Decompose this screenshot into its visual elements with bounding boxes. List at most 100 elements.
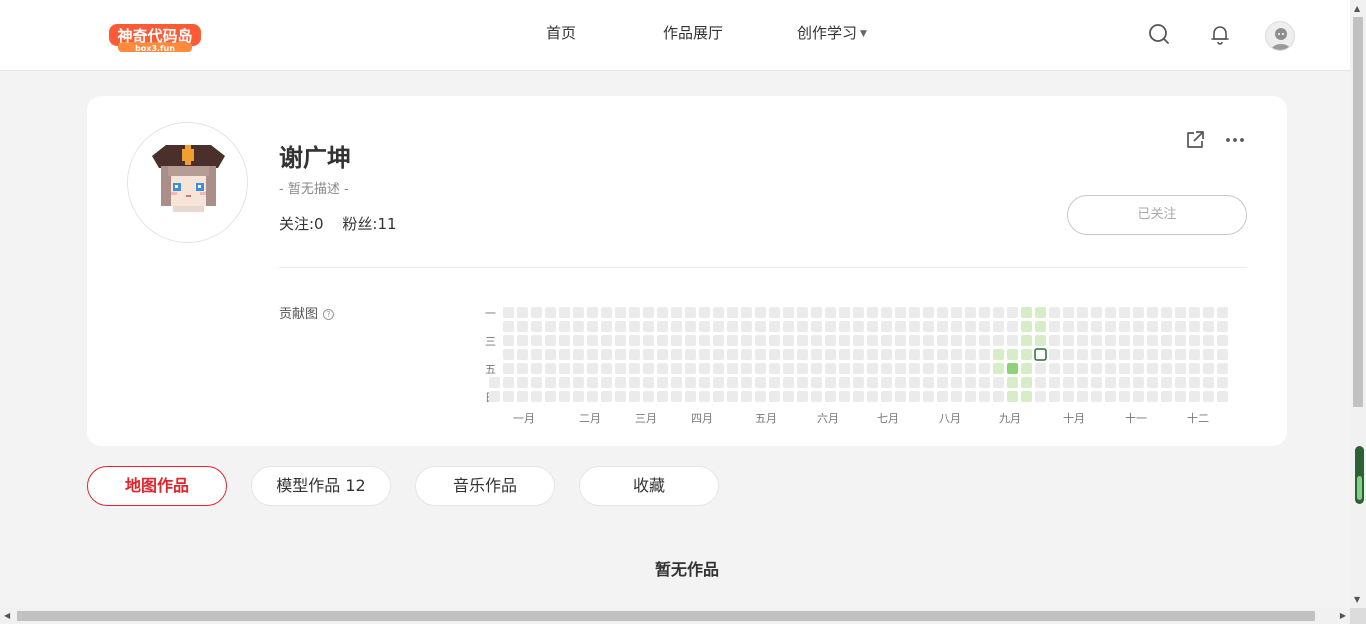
heatmap-cell[interactable] (1119, 363, 1130, 374)
followers-count[interactable]: 粉丝:11 (342, 215, 396, 233)
heatmap-cell[interactable] (1133, 335, 1144, 346)
heatmap-cell[interactable] (489, 391, 500, 402)
heatmap-cell[interactable] (503, 391, 514, 402)
heatmap-cell[interactable] (951, 335, 962, 346)
heatmap-cell[interactable] (839, 321, 850, 332)
heatmap-cell[interactable] (615, 391, 626, 402)
heatmap-cell[interactable] (685, 321, 696, 332)
heatmap-cell[interactable] (1077, 307, 1088, 318)
heatmap-cell[interactable] (629, 363, 640, 374)
heatmap-cell[interactable] (895, 363, 906, 374)
heatmap-cell[interactable] (1161, 377, 1172, 388)
heatmap-cell[interactable] (531, 307, 542, 318)
heatmap-cell[interactable] (741, 335, 752, 346)
heatmap-cell[interactable] (1077, 335, 1088, 346)
heatmap-cell[interactable] (783, 321, 794, 332)
heatmap-cell[interactable] (979, 363, 990, 374)
heatmap-cell[interactable] (1021, 377, 1032, 388)
heatmap-cell[interactable] (517, 321, 528, 332)
heatmap-cell[interactable] (657, 307, 668, 318)
heatmap-cell[interactable] (517, 349, 528, 360)
heatmap-cell[interactable] (531, 377, 542, 388)
heatmap-cell[interactable] (685, 363, 696, 374)
heatmap-cell[interactable] (993, 377, 1004, 388)
heatmap-cell[interactable] (1035, 377, 1046, 388)
heatmap-cell[interactable] (517, 307, 528, 318)
heatmap-cell[interactable] (1161, 363, 1172, 374)
heatmap-cell[interactable] (1217, 307, 1228, 318)
heatmap-cell[interactable] (587, 363, 598, 374)
heatmap-cell[interactable] (1105, 307, 1116, 318)
heatmap-cell[interactable] (587, 335, 598, 346)
heatmap-cell[interactable] (503, 335, 514, 346)
heatmap-cell[interactable] (699, 349, 710, 360)
heatmap-cell[interactable] (713, 335, 724, 346)
heatmap-cell[interactable] (937, 321, 948, 332)
heatmap-cell[interactable] (1049, 335, 1060, 346)
heatmap-cell[interactable] (1175, 335, 1186, 346)
heatmap-cell[interactable] (741, 321, 752, 332)
heatmap-cell[interactable] (783, 391, 794, 402)
heatmap-cell[interactable] (993, 363, 1004, 374)
heatmap-cell[interactable] (615, 349, 626, 360)
heatmap-cell[interactable] (1119, 335, 1130, 346)
scroll-right-arrow-icon[interactable]: ▶ (1340, 611, 1346, 620)
heatmap-cell[interactable] (909, 321, 920, 332)
heatmap-cell[interactable] (755, 321, 766, 332)
heatmap-cell[interactable] (1091, 391, 1102, 402)
heatmap-today-cell[interactable] (1034, 348, 1047, 361)
heatmap-cell[interactable] (629, 349, 640, 360)
heatmap-cell[interactable] (685, 307, 696, 318)
heatmap-cell[interactable] (1063, 377, 1074, 388)
heatmap-cell[interactable] (951, 321, 962, 332)
heatmap-cell[interactable] (909, 391, 920, 402)
heatmap-cell[interactable] (1021, 349, 1032, 360)
heatmap-cell[interactable] (1021, 307, 1032, 318)
heatmap-cell[interactable] (1133, 349, 1144, 360)
heatmap-cell[interactable] (881, 377, 892, 388)
heatmap-cell[interactable] (615, 377, 626, 388)
heatmap-cell[interactable] (643, 391, 654, 402)
heatmap-cell[interactable] (965, 391, 976, 402)
search-icon[interactable] (1147, 22, 1171, 46)
heatmap-cell[interactable] (531, 349, 542, 360)
heatmap-cell[interactable] (769, 377, 780, 388)
horizontal-scroll-thumb[interactable] (17, 611, 1315, 621)
heatmap-cell[interactable] (1021, 335, 1032, 346)
scroll-left-arrow-icon[interactable]: ◀ (4, 611, 10, 620)
heatmap-cell[interactable] (1189, 349, 1200, 360)
heatmap-cell[interactable] (573, 307, 584, 318)
heatmap-cell[interactable] (769, 321, 780, 332)
heatmap-cell[interactable] (1203, 391, 1214, 402)
heatmap-cell[interactable] (573, 363, 584, 374)
heatmap-cell[interactable] (937, 307, 948, 318)
vertical-scrollbar[interactable]: ▲ ▼ (1350, 0, 1366, 608)
heatmap-cell[interactable] (881, 307, 892, 318)
heatmap-cell[interactable] (559, 349, 570, 360)
heatmap-cell[interactable] (839, 363, 850, 374)
heatmap-cell[interactable] (1119, 307, 1130, 318)
heatmap-cell[interactable] (867, 335, 878, 346)
heatmap-cell[interactable] (993, 335, 1004, 346)
heatmap-cell[interactable] (993, 349, 1004, 360)
heatmap-cell[interactable] (643, 349, 654, 360)
bell-icon[interactable] (1208, 22, 1232, 46)
heatmap-cell[interactable] (1035, 391, 1046, 402)
heatmap-cell[interactable] (1049, 349, 1060, 360)
heatmap-cell[interactable] (937, 363, 948, 374)
heatmap-cell[interactable] (769, 307, 780, 318)
heatmap-cell[interactable] (923, 363, 934, 374)
heatmap-cell[interactable] (1175, 321, 1186, 332)
heatmap-cell[interactable] (937, 377, 948, 388)
heatmap-cell[interactable] (1217, 391, 1228, 402)
heatmap-cell[interactable] (1105, 349, 1116, 360)
heatmap-cell[interactable] (1063, 307, 1074, 318)
heatmap-cell[interactable] (1147, 377, 1158, 388)
heatmap-cell[interactable] (1147, 321, 1158, 332)
heatmap-cell[interactable] (1203, 349, 1214, 360)
heatmap-cell[interactable] (741, 307, 752, 318)
heatmap-cell[interactable] (713, 321, 724, 332)
heatmap-cell[interactable] (825, 307, 836, 318)
heatmap-cell[interactable] (1063, 335, 1074, 346)
heatmap-cell[interactable] (895, 321, 906, 332)
